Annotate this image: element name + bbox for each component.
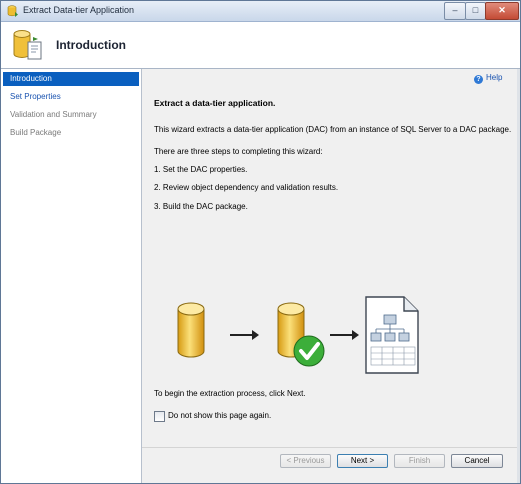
database-package-icon bbox=[13, 30, 42, 60]
dac-package-icon bbox=[365, 296, 419, 374]
step-3-text: 3. Build the DAC package. bbox=[154, 202, 248, 211]
next-button[interactable]: Next > bbox=[337, 454, 388, 468]
database-export-icon bbox=[7, 5, 18, 17]
close-button[interactable]: ✕ bbox=[485, 2, 519, 20]
previous-button: < Previous bbox=[280, 454, 331, 468]
title-bar[interactable]: Extract Data-tier Application – □ ✕ bbox=[1, 1, 520, 22]
maximize-button[interactable]: □ bbox=[465, 2, 486, 20]
wizard-window: Extract Data-tier Application – □ ✕ Intr… bbox=[0, 0, 521, 484]
arrow-icon bbox=[330, 330, 359, 340]
content-heading: Extract a data-tier application. bbox=[154, 98, 276, 108]
begin-instructions: To begin the extraction process, click N… bbox=[154, 389, 306, 398]
wizard-content: ? Help Extract a data-tier application. T… bbox=[142, 69, 520, 447]
sidebar-item-build-package: Build Package bbox=[10, 128, 62, 137]
page-title: Introduction bbox=[56, 38, 126, 52]
intro-text: This wizard extracts a data-tier applica… bbox=[154, 125, 512, 134]
extraction-process-graphic bbox=[177, 296, 419, 374]
sidebar-item-introduction[interactable]: Introduction bbox=[3, 72, 139, 86]
step-2-text: 2. Review object dependency and validati… bbox=[154, 183, 339, 192]
window-border-edge bbox=[517, 69, 520, 483]
validated-database-icon bbox=[277, 302, 325, 367]
window-title: Extract Data-tier Application bbox=[23, 5, 135, 15]
help-icon: ? bbox=[474, 75, 483, 84]
arrow-icon bbox=[230, 330, 259, 340]
sidebar-item-set-properties[interactable]: Set Properties bbox=[3, 90, 139, 104]
minimize-button[interactable]: – bbox=[444, 2, 466, 20]
wizard-footer: < Previous Next > Finish Cancel bbox=[142, 447, 520, 483]
sidebar-item-validation-and-summary: Validation and Summary bbox=[10, 110, 97, 119]
help-label: Help bbox=[486, 73, 503, 82]
step-1-text: 1. Set the DAC properties. bbox=[154, 165, 248, 174]
dont-show-again-label[interactable]: Do not show this page again. bbox=[168, 411, 271, 420]
wizard-header: Introduction bbox=[1, 22, 520, 69]
steps-intro-text: There are three steps to completing this… bbox=[154, 147, 323, 156]
wizard-sidebar: Introduction Set Properties Validation a… bbox=[1, 69, 142, 483]
source-database-icon bbox=[177, 302, 205, 358]
cancel-button[interactable]: Cancel bbox=[451, 454, 503, 468]
help-link[interactable]: ? Help bbox=[474, 73, 502, 84]
dont-show-again-checkbox[interactable] bbox=[154, 411, 165, 422]
finish-button: Finish bbox=[394, 454, 445, 468]
